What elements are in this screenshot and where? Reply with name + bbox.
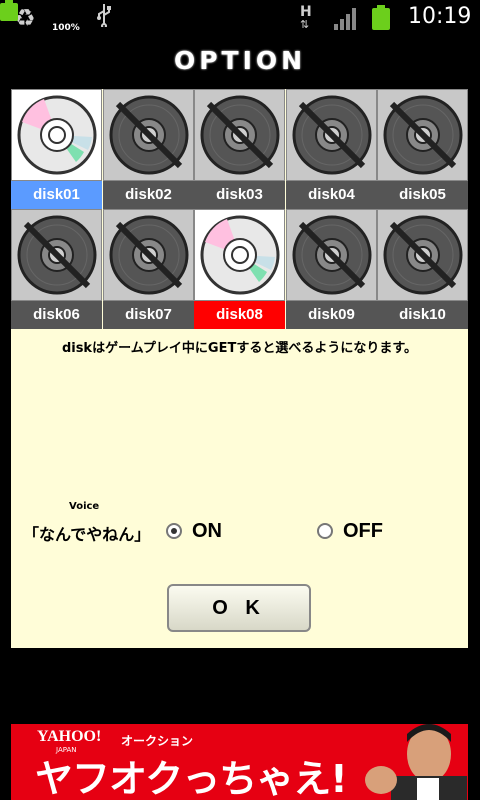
disk-cell[interactable]: disk01	[11, 89, 102, 209]
battery-icon	[372, 5, 390, 31]
locked-disk-icon[interactable]	[286, 209, 377, 301]
locked-disk-icon[interactable]	[377, 89, 468, 181]
disk-cell[interactable]: disk02	[103, 89, 194, 209]
locked-disk-icon[interactable]	[11, 209, 102, 301]
ad-auction-label: オークション	[121, 734, 194, 748]
disk-icon[interactable]	[194, 209, 285, 301]
disk-label: disk02	[103, 181, 194, 209]
disk-cell[interactable]: disk08	[194, 209, 285, 329]
disk-label: disk09	[286, 301, 377, 329]
disk-label: disk04	[286, 181, 377, 209]
voice-phrase: 「なんでやねん」	[23, 525, 151, 544]
ad-headline: ヤフオクっちゃえ!	[35, 757, 348, 800]
data-arrows-icon: ⇅	[300, 18, 310, 31]
usb-icon	[96, 3, 112, 33]
voice-label: Voice	[69, 501, 100, 512]
voice-on-label: ON	[192, 519, 222, 542]
battery-percent: 100%	[52, 23, 80, 33]
disk-note: diskはゲームプレイ中にGETすると選べるようになります。	[61, 341, 418, 356]
disk-label: disk10	[377, 301, 468, 329]
disk-label: disk06	[11, 301, 102, 329]
disk-cell[interactable]: disk07	[103, 209, 194, 329]
voice-on-radio[interactable]: ON	[166, 519, 222, 543]
locked-disk-icon[interactable]	[103, 89, 194, 181]
ad-banner[interactable]: YAHOO! JAPAN オークション ヤフオクっちゃえ!	[11, 724, 468, 800]
voice-off-radio[interactable]: OFF	[317, 519, 383, 543]
locked-disk-icon[interactable]	[377, 209, 468, 301]
disk-cell[interactable]: disk10	[377, 209, 468, 329]
disk-cell[interactable]: disk04	[286, 89, 377, 209]
locked-disk-icon[interactable]	[194, 89, 285, 181]
locked-disk-icon[interactable]	[286, 89, 377, 181]
disk-label: disk07	[103, 301, 194, 329]
disk-cell[interactable]: disk06	[11, 209, 102, 329]
disk-label: disk03	[194, 181, 285, 209]
page-title: OPTION	[173, 46, 307, 75]
signal-icon	[334, 8, 358, 30]
disk-icon[interactable]	[11, 89, 102, 181]
options-panel: disk01 disk02 disk03 disk04 disk05 disk06 disk…	[11, 89, 468, 648]
ad-person-image	[351, 724, 468, 800]
radio-unselected-icon[interactable]	[317, 523, 333, 539]
disk-label: disk01	[11, 181, 102, 209]
disk-cell[interactable]: disk05	[377, 89, 468, 209]
voice-off-label: OFF	[343, 519, 383, 542]
disk-label: disk05	[377, 181, 468, 209]
status-bar: ♻ 100% H ⇅ 10:19	[0, 0, 480, 38]
clock: 10:19	[408, 4, 472, 29]
disk-cell[interactable]: disk09	[286, 209, 377, 329]
disk-grid: disk01 disk02 disk03 disk04 disk05 disk06 disk…	[11, 89, 468, 329]
radio-selected-icon[interactable]	[166, 523, 182, 539]
ad-brand: YAHOO!	[37, 728, 102, 745]
locked-disk-icon[interactable]	[103, 209, 194, 301]
ok-button[interactable]: O K	[167, 584, 311, 632]
disk-cell[interactable]: disk03	[194, 89, 285, 209]
disk-label: disk08	[194, 301, 285, 329]
voice-setting: Voice 「なんでやねん」 ON OFF	[11, 499, 468, 559]
